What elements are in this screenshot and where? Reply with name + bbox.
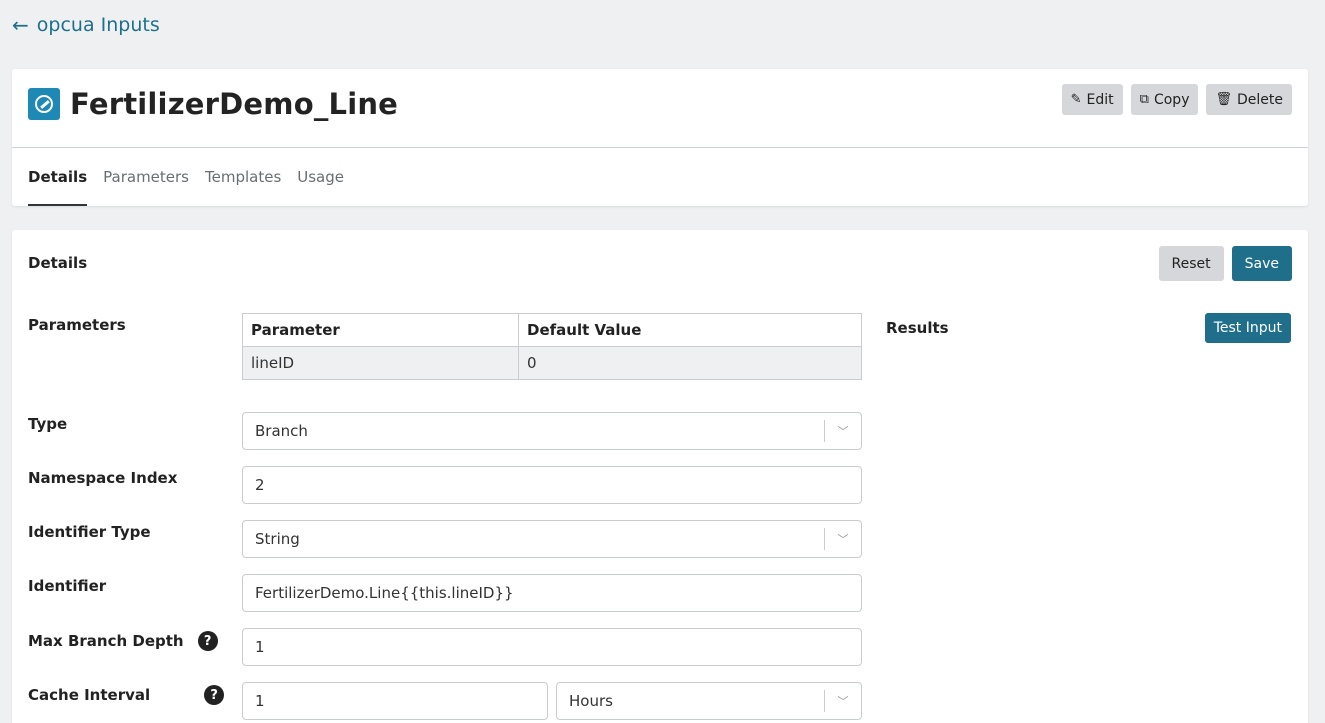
cache-interval-unit-value: Hours <box>569 692 613 710</box>
arrow-left-icon: ← <box>12 13 29 37</box>
help-icon[interactable]: ? <box>204 685 225 705</box>
parameters-label: Parameters <box>28 316 126 334</box>
type-select[interactable]: Branch ﹀ <box>242 412 862 450</box>
type-select-value: Branch <box>255 422 308 440</box>
parameter-name-cell: lineID <box>242 346 519 380</box>
table-row: lineID 0 <box>242 346 862 380</box>
type-label: Type <box>28 415 68 433</box>
column-header-parameter: Parameter <box>242 313 519 347</box>
save-button[interactable]: Save <box>1231 246 1292 281</box>
identifier-value: FertilizerDemo.Line{{this.lineID}} <box>255 584 514 602</box>
max-branch-depth-input[interactable]: 1 <box>242 628 862 666</box>
help-icon[interactable]: ? <box>197 631 218 651</box>
pencil-icon: ✎ <box>1070 92 1082 107</box>
tab-bar: Details Parameters Templates Usage <box>28 147 360 206</box>
namespace-index-value: 2 <box>255 476 265 494</box>
cache-interval-value: 1 <box>255 692 265 710</box>
opcua-input-icon <box>28 88 60 120</box>
chevron-down-icon: ﹀ <box>824 420 861 442</box>
identifier-type-value: String <box>255 530 300 548</box>
copy-button[interactable]: ⧉ Copy <box>1130 84 1199 115</box>
cache-interval-unit-select[interactable]: Hours ﹀ <box>556 682 862 720</box>
delete-button-label: Delete <box>1237 91 1283 108</box>
table-header-row: Parameter Default Value <box>242 313 862 347</box>
max-branch-depth-label: Max Branch Depth <box>28 632 184 650</box>
copy-button-label: Copy <box>1153 91 1190 108</box>
max-branch-depth-value: 1 <box>255 638 265 656</box>
tab-templates[interactable]: Templates <box>205 147 281 206</box>
identifier-type-select[interactable]: String ﹀ <box>242 520 862 558</box>
results-label: Results <box>886 319 949 337</box>
edit-button[interactable]: ✎ Edit <box>1061 84 1123 115</box>
trash-icon: 🗑 <box>1215 92 1232 107</box>
section-title: Details <box>28 254 88 272</box>
identifier-input[interactable]: FertilizerDemo.Line{{this.lineID}} <box>242 574 862 612</box>
title-row: FertilizerDemo_Line <box>28 87 398 121</box>
max-branch-depth-label-row: Max Branch Depth ? <box>28 631 218 651</box>
chevron-down-icon: ﹀ <box>824 528 861 550</box>
chevron-down-icon: ﹀ <box>824 690 861 712</box>
test-input-button[interactable]: Test Input <box>1204 313 1291 343</box>
tab-usage[interactable]: Usage <box>297 147 344 206</box>
header-actions: ✎ Edit ⧉ Copy 🗑 Delete <box>1061 84 1292 115</box>
back-link-label: opcua Inputs <box>36 14 160 36</box>
details-card: Details Reset Save Parameters Parameter … <box>12 230 1308 723</box>
cache-interval-label-row: Cache Interval ? <box>28 685 225 705</box>
page-title: FertilizerDemo_Line <box>70 87 399 121</box>
back-link[interactable]: ← opcua Inputs <box>12 14 160 36</box>
cache-interval-label: Cache Interval <box>28 686 151 704</box>
namespace-index-label: Namespace Index <box>28 469 178 487</box>
edit-button-label: Edit <box>1086 91 1114 108</box>
copy-icon: ⧉ <box>1139 92 1149 107</box>
form-actions: Reset Save <box>1158 246 1292 281</box>
parameter-default-cell: 0 <box>518 346 862 380</box>
delete-button[interactable]: 🗑 Delete <box>1206 84 1292 115</box>
header-card: FertilizerDemo_Line ✎ Edit ⧉ Copy 🗑 Dele… <box>12 69 1308 206</box>
identifier-label: Identifier <box>28 577 107 595</box>
identifier-type-label: Identifier Type <box>28 523 151 541</box>
tab-details[interactable]: Details <box>28 147 88 206</box>
column-header-default-value: Default Value <box>518 313 862 347</box>
reset-button[interactable]: Reset <box>1158 246 1224 281</box>
cache-interval-input[interactable]: 1 <box>242 682 548 720</box>
parameters-table: Parameter Default Value lineID 0 <box>242 313 862 380</box>
namespace-index-input[interactable]: 2 <box>242 466 862 504</box>
tab-parameters[interactable]: Parameters <box>103 147 189 206</box>
